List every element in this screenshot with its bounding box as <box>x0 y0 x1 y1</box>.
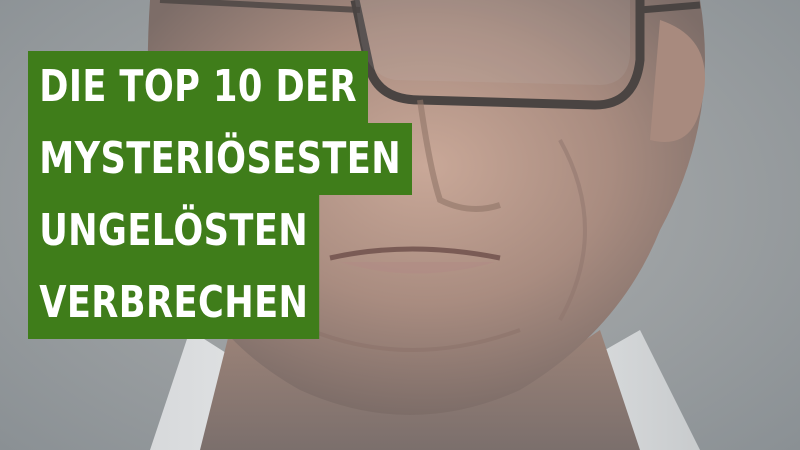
headline-line-3: UNGELÖSTEN <box>28 195 320 267</box>
headline-line-2: MYSTERIÖSESTEN <box>28 123 413 195</box>
headline: DIE TOP 10 DER MYSTERIÖSESTEN UNGELÖSTEN… <box>28 51 508 339</box>
headline-line-1: DIE TOP 10 DER <box>28 51 369 123</box>
thumbnail: DIE TOP 10 DER MYSTERIÖSESTEN UNGELÖSTEN… <box>0 0 800 450</box>
headline-line-4: VERBRECHEN <box>28 267 320 339</box>
